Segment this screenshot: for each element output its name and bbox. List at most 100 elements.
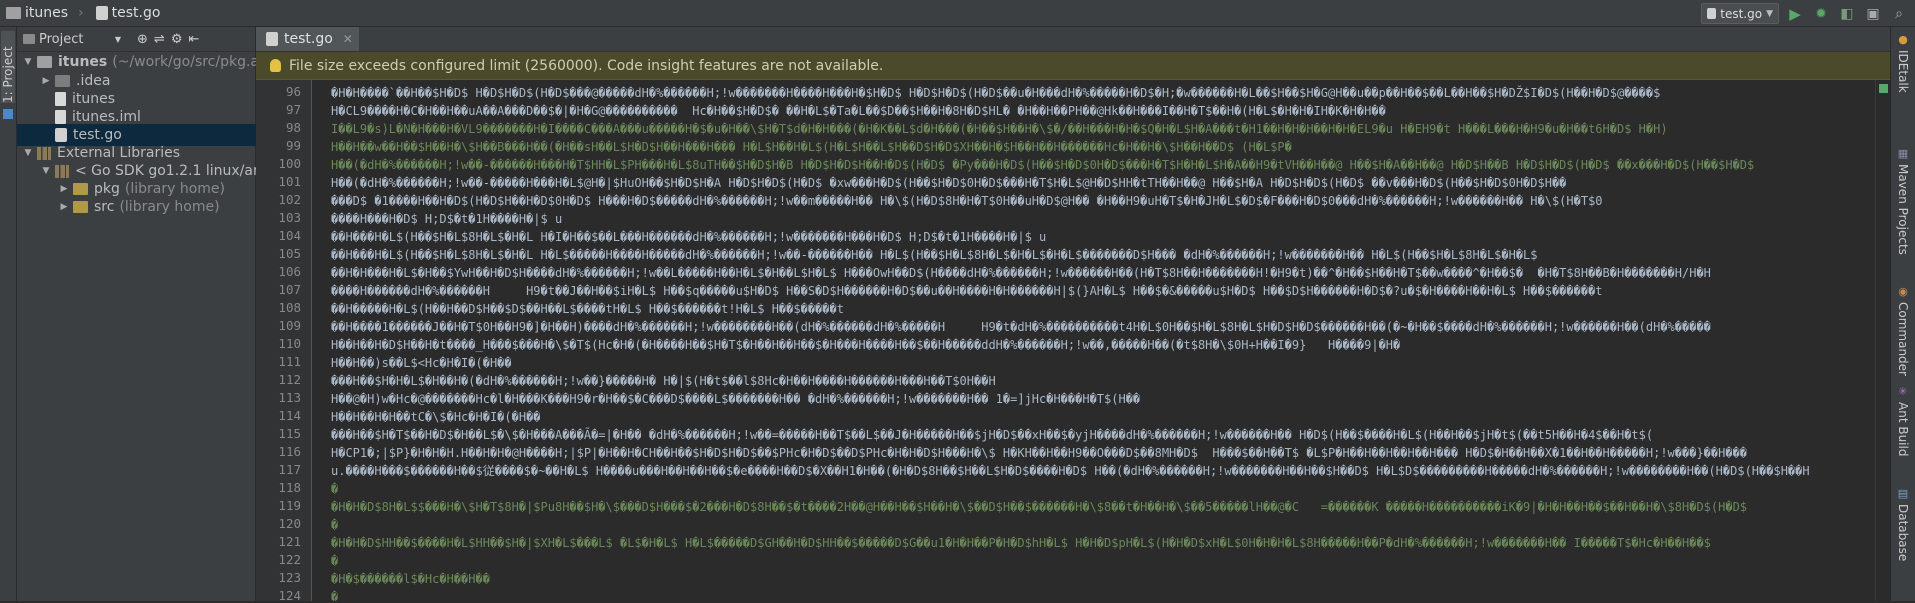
- collapse-arrow-icon[interactable]: ▶: [41, 76, 51, 86]
- right-tool-stripe: ● IDEtalk ▦ Maven Projects ◉ Commander ✳ Ant Bu…: [1890, 27, 1915, 601]
- line-number-gutter[interactable]: 96 97 98 99 100 101 102 103 104 105 106 107 108 109 11…: [256, 80, 312, 603]
- code-line: H�CL9����H�C�H��H��uA��A���D��$�|�H�G@��…: [331, 104, 1386, 118]
- maven-icon: ▦: [1896, 147, 1910, 160]
- line-number: 108: [278, 300, 301, 315]
- right-tool-tab-label: IDEtalk: [1896, 50, 1910, 93]
- project-panel: Project ▼ ⊕ ⇌ ⚙ ⇤ ▼ itunes (~/work/go/src/…: [17, 27, 279, 601]
- tree-item-label: < Go SDK go1.2.1 linux/am: [75, 163, 267, 179]
- expand-arrow-icon[interactable]: ▼: [23, 57, 33, 67]
- code-line: ��H�H���H�L$�H��$YwH��H�D$H����dH�%�����…: [331, 266, 1711, 280]
- right-tool-tab[interactable]: ◉ Commander: [1896, 285, 1910, 376]
- tree-item[interactable]: ▶ src (library home): [17, 196, 297, 218]
- breadcrumb-project[interactable]: itunes ›: [0, 5, 90, 21]
- code-line: ��H���H�L$(H��$H�L$8H�L$�H�L H�L$�����H�…: [331, 248, 1538, 262]
- toolbar-right: test.go ▼ ▶ ✹ ◧ ▣ ⌕: [1701, 0, 1915, 27]
- code-line: H��(�dH�%������H;!w��-������H���H�T$HH�L…: [331, 158, 1755, 172]
- breadcrumb-separator-icon: ›: [78, 5, 84, 21]
- code-editor[interactable]: �H�H����`��H��$H�D$ H�D$H�D$(H�D$���@���…: [312, 80, 1875, 601]
- sdk-icon: [55, 164, 69, 178]
- code-line: �H�H����`��H��$H�D$ H�D$H�D$(H�D$���@���…: [331, 86, 1661, 100]
- scroll-from-source-icon[interactable]: ⊕: [137, 32, 148, 47]
- code-line: H��(�dH�%������H;!w��-�����H���H�L$@H�|$…: [331, 176, 1567, 190]
- tree-item-label: itunes.iml: [72, 109, 141, 125]
- file-icon: [55, 92, 66, 106]
- code-line: H��H��H�D$H��H�t����_H���$���H�\$�T$(Hc�…: [331, 338, 1401, 352]
- line-number: 115: [278, 426, 301, 441]
- right-tool-tab[interactable]: ▤ Database: [1896, 487, 1910, 561]
- folder-icon: [55, 75, 70, 87]
- line-number: 101: [278, 174, 301, 189]
- left-tool-stripe: 1: Project: [0, 27, 17, 601]
- right-tool-tab[interactable]: ● IDEtalk: [1896, 33, 1910, 93]
- line-number: 104: [278, 228, 301, 243]
- collapse-all-icon[interactable]: ⇌: [154, 32, 165, 47]
- tree-item-suffix: (~/work/go/src/pkg.a: [112, 54, 260, 70]
- hide-panel-icon[interactable]: ⇤: [188, 32, 199, 47]
- code-line: �H�$������l$�Hc�H��H��: [331, 572, 490, 586]
- editor-tab-test-go[interactable]: test.go ✕: [256, 27, 359, 51]
- chat-icon: ●: [1896, 33, 1910, 46]
- code-line: ��H���H�L$(H��$H�L$8H�L$�H�L H�I�H��$��L…: [331, 230, 1047, 244]
- code-line: �H�H�D$8H�L$$���H�\$H�T$8H�|$Pu8H��$H�\$…: [331, 500, 1748, 514]
- code-line: �: [331, 518, 339, 532]
- project-tool-tab[interactable]: 1: Project: [1, 31, 15, 103]
- expand-arrow-icon[interactable]: ▼: [23, 148, 33, 158]
- right-tool-tab[interactable]: ▦ Maven Projects: [1896, 147, 1910, 255]
- tree-item-suffix: (library home): [119, 199, 220, 215]
- line-number: 102: [278, 192, 301, 207]
- file-size-warning-banner: File size exceeds configured limit (2560…: [256, 52, 1891, 80]
- code-line: H��@�H)w�Hc�@�������Hc�l�H���K���H9�r�H�…: [331, 392, 1141, 406]
- go-file-icon: [95, 6, 108, 20]
- line-number: 96: [285, 84, 301, 99]
- line-number: 109: [278, 318, 301, 333]
- breadcrumb-project-label: itunes: [25, 5, 69, 21]
- library-icon: [37, 146, 51, 160]
- project-structure-button[interactable]: ▣: [1863, 4, 1883, 24]
- coverage-icon: ◧: [1840, 5, 1854, 22]
- code-line: ����H���H�D$ H;D$�t�1H����H�|$ u: [331, 212, 563, 226]
- close-tab-icon[interactable]: ✕: [343, 32, 353, 46]
- line-number: 114: [278, 408, 301, 423]
- code-line: H��H��)s��L$<Hc�H�I�(�H��: [331, 356, 512, 370]
- project-view-select[interactable]: Project ▼: [23, 32, 121, 47]
- gear-icon[interactable]: ⚙: [171, 32, 183, 47]
- tree-item-label: src: [94, 199, 115, 215]
- database-icon: ▤: [1896, 487, 1910, 500]
- line-number: 123: [278, 570, 301, 585]
- line-number: 105: [278, 246, 301, 261]
- structure-tool-icon[interactable]: [3, 109, 13, 119]
- line-number: 112: [278, 372, 301, 387]
- collapse-arrow-icon[interactable]: ▶: [59, 184, 69, 194]
- run-button[interactable]: ▶: [1785, 4, 1805, 24]
- code-line: H�CP1�;|$P}�H�H�H.H��H�H�@H����H;|$P|�H�…: [331, 446, 1748, 460]
- go-file-icon: [1707, 8, 1717, 19]
- structure-icon: ▣: [1866, 5, 1880, 22]
- line-number: 106: [278, 264, 301, 279]
- breadcrumb-file[interactable]: test.go: [90, 5, 167, 21]
- expand-arrow-icon[interactable]: ▼: [41, 166, 51, 176]
- tree-item-label: itunes: [72, 91, 116, 107]
- line-number: 98: [285, 120, 301, 135]
- coverage-button[interactable]: ◧: [1837, 4, 1857, 24]
- inspection-status-icon: [1879, 84, 1888, 93]
- search-everywhere-button[interactable]: ⌕: [1889, 4, 1909, 24]
- line-number: 100: [278, 156, 301, 171]
- line-number: 120: [278, 516, 301, 531]
- run-icon: ▶: [1789, 4, 1801, 23]
- right-tool-tab[interactable]: ✳ Ant Build: [1896, 385, 1910, 456]
- code-line: ��H����1������J��H�T$0H��H9�]�H��H)����d…: [331, 320, 1711, 334]
- line-number: 97: [285, 102, 301, 117]
- package-folder-icon: [73, 183, 88, 195]
- tree-item-label: pkg: [94, 181, 120, 197]
- code-line: u.����H���$������H��$従����$�~��H�L$ H���…: [331, 464, 1810, 478]
- file-icon: [55, 110, 66, 124]
- run-configuration-select[interactable]: test.go ▼: [1701, 3, 1779, 24]
- warning-banner-text: File size exceeds configured limit (2560…: [289, 57, 884, 74]
- tree-item-label: External Libraries: [57, 145, 180, 161]
- package-folder-icon: [73, 201, 88, 213]
- debug-button[interactable]: ✹: [1811, 4, 1831, 24]
- collapse-arrow-icon[interactable]: ▶: [59, 202, 69, 212]
- chevron-down-icon: ▼: [114, 34, 121, 44]
- right-tool-tab-label: Commander: [1896, 302, 1910, 376]
- search-icon: ⌕: [1895, 5, 1903, 22]
